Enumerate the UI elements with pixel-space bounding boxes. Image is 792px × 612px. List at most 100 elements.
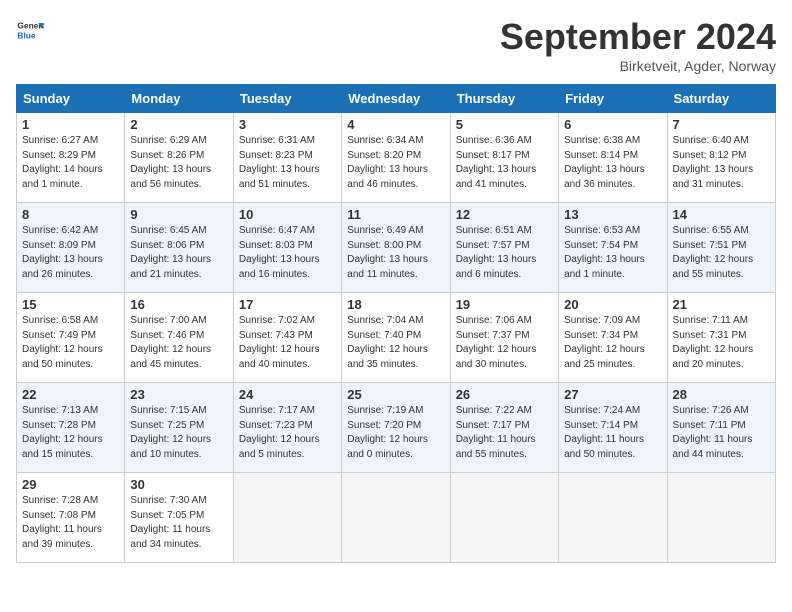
calendar-week-row: 22 Sunrise: 7:13 AMSunset: 7:28 PMDayligh… <box>17 383 776 473</box>
day-header-wednesday: Wednesday <box>342 85 450 113</box>
cell-content: Sunrise: 7:22 AMSunset: 7:17 PMDaylight:… <box>456 404 553 462</box>
calendar-cell: 7 Sunrise: 6:40 AMSunset: 8:12 PMDaylight… <box>667 113 775 203</box>
calendar-table: SundayMondayTuesdayWednesdayThursdayFrid… <box>16 84 776 563</box>
calendar-cell: 24 Sunrise: 7:17 AMSunset: 7:23 PMDayligh… <box>233 383 341 473</box>
day-number: 24 <box>239 387 336 402</box>
day-number: 2 <box>130 117 227 132</box>
day-number: 4 <box>347 117 444 132</box>
calendar-header-row: SundayMondayTuesdayWednesdayThursdayFrid… <box>17 85 776 113</box>
day-number: 7 <box>673 117 770 132</box>
calendar-cell: 1 Sunrise: 6:27 AMSunset: 8:29 PMDaylight… <box>17 113 125 203</box>
cell-content: Sunrise: 6:55 AMSunset: 7:51 PMDaylight:… <box>673 224 770 282</box>
day-number: 26 <box>456 387 553 402</box>
cell-content: Sunrise: 6:27 AMSunset: 8:29 PMDaylight:… <box>22 134 119 192</box>
logo: General Blue <box>16 16 44 44</box>
calendar-week-row: 8 Sunrise: 6:42 AMSunset: 8:09 PMDaylight… <box>17 203 776 293</box>
cell-content: Sunrise: 7:19 AMSunset: 7:20 PMDaylight:… <box>347 404 444 462</box>
cell-content: Sunrise: 6:36 AMSunset: 8:17 PMDaylight:… <box>456 134 553 192</box>
cell-content: Sunrise: 6:31 AMSunset: 8:23 PMDaylight:… <box>239 134 336 192</box>
cell-content: Sunrise: 7:00 AMSunset: 7:46 PMDaylight:… <box>130 314 227 372</box>
cell-content: Sunrise: 6:51 AMSunset: 7:57 PMDaylight:… <box>456 224 553 282</box>
day-number: 19 <box>456 297 553 312</box>
calendar-cell: 17 Sunrise: 7:02 AMSunset: 7:43 PMDayligh… <box>233 293 341 383</box>
day-number: 30 <box>130 477 227 492</box>
day-number: 1 <box>22 117 119 132</box>
day-header-tuesday: Tuesday <box>233 85 341 113</box>
cell-content: Sunrise: 7:02 AMSunset: 7:43 PMDaylight:… <box>239 314 336 372</box>
day-number: 8 <box>22 207 119 222</box>
cell-content: Sunrise: 7:17 AMSunset: 7:23 PMDaylight:… <box>239 404 336 462</box>
day-number: 22 <box>22 387 119 402</box>
day-number: 23 <box>130 387 227 402</box>
cell-content: Sunrise: 6:58 AMSunset: 7:49 PMDaylight:… <box>22 314 119 372</box>
calendar-cell: 10Sunrise: 6:47 AMSunset: 8:03 PMDayligh… <box>233 203 341 293</box>
cell-content: Sunrise: 7:09 AMSunset: 7:34 PMDaylight:… <box>564 314 661 372</box>
calendar-cell: 26 Sunrise: 7:22 AMSunset: 7:17 PMDayligh… <box>450 383 558 473</box>
cell-content: Sunrise: 6:49 AMSunset: 8:00 PMDaylight:… <box>347 224 444 282</box>
svg-text:Blue: Blue <box>17 30 35 40</box>
day-number: 20 <box>564 297 661 312</box>
calendar-cell: 23 Sunrise: 7:15 AMSunset: 7:25 PMDayligh… <box>125 383 233 473</box>
day-number: 18 <box>347 297 444 312</box>
calendar-cell <box>342 473 450 563</box>
calendar-cell: 3 Sunrise: 6:31 AMSunset: 8:23 PMDaylight… <box>233 113 341 203</box>
calendar-cell: 8 Sunrise: 6:42 AMSunset: 8:09 PMDaylight… <box>17 203 125 293</box>
calendar-cell: 6 Sunrise: 6:38 AMSunset: 8:14 PMDaylight… <box>559 113 667 203</box>
day-header-friday: Friday <box>559 85 667 113</box>
calendar-cell: 16 Sunrise: 7:00 AMSunset: 7:46 PMDayligh… <box>125 293 233 383</box>
cell-content: Sunrise: 7:15 AMSunset: 7:25 PMDaylight:… <box>130 404 227 462</box>
cell-content: Sunrise: 6:45 AMSunset: 8:06 PMDaylight:… <box>130 224 227 282</box>
day-header-monday: Monday <box>125 85 233 113</box>
day-number: 12 <box>456 207 553 222</box>
calendar-week-row: 1 Sunrise: 6:27 AMSunset: 8:29 PMDaylight… <box>17 113 776 203</box>
calendar-cell: 5 Sunrise: 6:36 AMSunset: 8:17 PMDaylight… <box>450 113 558 203</box>
day-number: 6 <box>564 117 661 132</box>
day-number: 21 <box>673 297 770 312</box>
calendar-cell <box>667 473 775 563</box>
day-number: 5 <box>456 117 553 132</box>
calendar-cell: 29Sunrise: 7:28 AMSunset: 7:08 PMDayligh… <box>17 473 125 563</box>
cell-content: Sunrise: 7:13 AMSunset: 7:28 PMDaylight:… <box>22 404 119 462</box>
day-number: 29 <box>22 477 119 492</box>
calendar-cell: 30Sunrise: 7:30 AMSunset: 7:05 PMDayligh… <box>125 473 233 563</box>
day-number: 15 <box>22 297 119 312</box>
cell-content: Sunrise: 7:11 AMSunset: 7:31 PMDaylight:… <box>673 314 770 372</box>
day-number: 13 <box>564 207 661 222</box>
day-number: 16 <box>130 297 227 312</box>
cell-content: Sunrise: 7:24 AMSunset: 7:14 PMDaylight:… <box>564 404 661 462</box>
calendar-title: September 2024 <box>500 16 776 58</box>
calendar-subtitle: Birketveit, Agder, Norway <box>500 58 776 74</box>
day-number: 11 <box>347 207 444 222</box>
day-number: 17 <box>239 297 336 312</box>
cell-content: Sunrise: 6:34 AMSunset: 8:20 PMDaylight:… <box>347 134 444 192</box>
calendar-cell: 15 Sunrise: 6:58 AMSunset: 7:49 PMDayligh… <box>17 293 125 383</box>
page-header: General Blue September 2024 Birketveit, … <box>16 16 776 74</box>
calendar-cell: 28Sunrise: 7:26 AMSunset: 7:11 PMDayligh… <box>667 383 775 473</box>
cell-content: Sunrise: 7:26 AMSunset: 7:11 PMDaylight:… <box>673 404 770 462</box>
calendar-cell: 20 Sunrise: 7:09 AMSunset: 7:34 PMDayligh… <box>559 293 667 383</box>
calendar-cell: 18Sunrise: 7:04 AMSunset: 7:40 PMDayligh… <box>342 293 450 383</box>
day-number: 9 <box>130 207 227 222</box>
calendar-cell: 14 Sunrise: 6:55 AMSunset: 7:51 PMDayligh… <box>667 203 775 293</box>
day-header-saturday: Saturday <box>667 85 775 113</box>
cell-content: Sunrise: 6:38 AMSunset: 8:14 PMDaylight:… <box>564 134 661 192</box>
cell-content: Sunrise: 7:06 AMSunset: 7:37 PMDaylight:… <box>456 314 553 372</box>
calendar-cell: 22 Sunrise: 7:13 AMSunset: 7:28 PMDayligh… <box>17 383 125 473</box>
calendar-cell: 21 Sunrise: 7:11 AMSunset: 7:31 PMDayligh… <box>667 293 775 383</box>
day-header-thursday: Thursday <box>450 85 558 113</box>
cell-content: Sunrise: 6:53 AMSunset: 7:54 PMDaylight:… <box>564 224 661 282</box>
day-number: 14 <box>673 207 770 222</box>
calendar-cell: 11 Sunrise: 6:49 AMSunset: 8:00 PMDayligh… <box>342 203 450 293</box>
cell-content: Sunrise: 6:42 AMSunset: 8:09 PMDaylight:… <box>22 224 119 282</box>
day-number: 27 <box>564 387 661 402</box>
cell-content: Sunrise: 6:40 AMSunset: 8:12 PMDaylight:… <box>673 134 770 192</box>
calendar-body: 1 Sunrise: 6:27 AMSunset: 8:29 PMDaylight… <box>17 113 776 563</box>
calendar-cell: 19 Sunrise: 7:06 AMSunset: 7:37 PMDayligh… <box>450 293 558 383</box>
cell-content: Sunrise: 6:29 AMSunset: 8:26 PMDaylight:… <box>130 134 227 192</box>
calendar-cell: 9 Sunrise: 6:45 AMSunset: 8:06 PMDaylight… <box>125 203 233 293</box>
calendar-week-row: 15 Sunrise: 6:58 AMSunset: 7:49 PMDayligh… <box>17 293 776 383</box>
day-number: 3 <box>239 117 336 132</box>
day-number: 10 <box>239 207 336 222</box>
calendar-cell <box>450 473 558 563</box>
calendar-cell: 27 Sunrise: 7:24 AMSunset: 7:14 PMDayligh… <box>559 383 667 473</box>
